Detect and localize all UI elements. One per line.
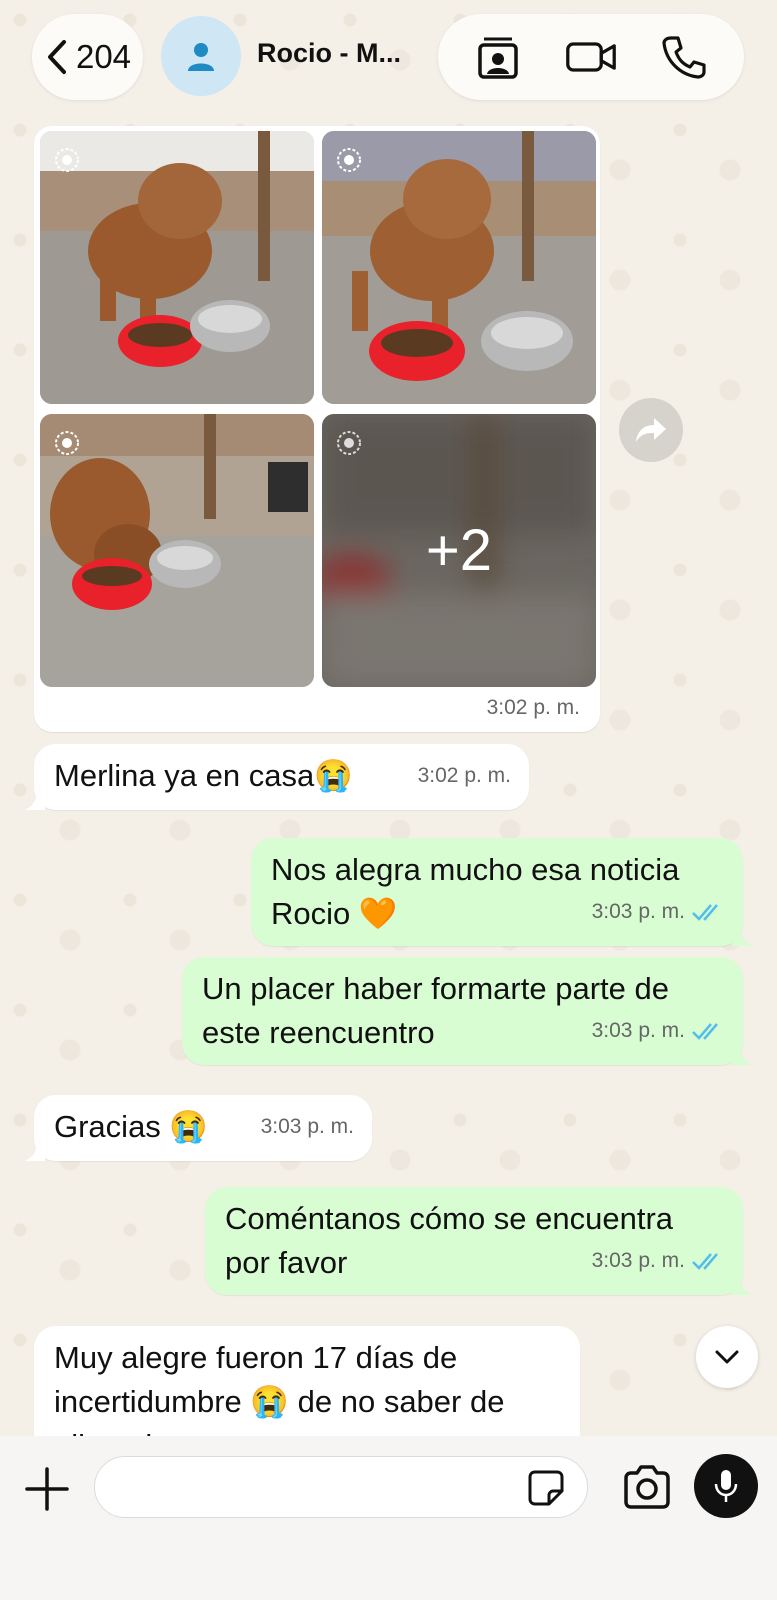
forward-arrow-icon [636, 418, 666, 442]
message-time: 3:03 p. m. [260, 1115, 354, 1138]
outgoing-message[interactable]: Nos alegra mucho esa noticia Rocio 🧡 3:0… [251, 838, 752, 946]
photo-thumbnail[interactable] [322, 131, 596, 404]
forward-button[interactable] [619, 398, 683, 462]
bubble-tail [25, 1143, 45, 1161]
microphone-icon [714, 1470, 738, 1502]
bubble-tail [732, 1047, 752, 1065]
photo-thumbnail[interactable] [40, 131, 314, 404]
back-chevron-icon [47, 40, 66, 74]
chat-header: 204 Rocio - M... [0, 0, 777, 115]
contact-card-icon[interactable] [472, 31, 524, 83]
read-receipt-icon [692, 1023, 718, 1040]
outgoing-message[interactable]: Coméntanos cómo se encuentra por favor 3… [205, 1187, 752, 1295]
outgoing-message[interactable]: Un placer haber formarte parte de este r… [182, 957, 752, 1065]
message-time: 3:03 p. m. [591, 900, 685, 923]
header-actions [438, 14, 744, 100]
message-meta: 3:03 p. m. [592, 1009, 725, 1053]
message-input[interactable] [94, 1456, 588, 1518]
camera-icon[interactable] [622, 1464, 672, 1510]
message-meta: 3:02 p. m. [418, 754, 511, 798]
dog-photo-3 [40, 414, 314, 687]
back-button[interactable]: 204 [32, 14, 143, 100]
contact-avatar-icon [188, 43, 214, 71]
message-meta: 3:03 p. m. [261, 1105, 354, 1149]
message-time: 3:02 p. m. [486, 696, 580, 719]
incoming-message[interactable]: Gracias 😭 3:03 p. m. [25, 1095, 372, 1161]
read-receipt-icon [692, 904, 718, 921]
voice-call-icon[interactable] [658, 31, 710, 83]
dog-photo-2 [322, 131, 596, 404]
message-time: 3:03 p. m. [591, 1019, 685, 1042]
video-call-icon[interactable] [565, 31, 617, 83]
chevron-down-icon [715, 1350, 739, 1364]
plus-icon[interactable] [22, 1464, 72, 1514]
message-meta: 3:03 p. m. [592, 1239, 725, 1283]
contact-avatar[interactable] [161, 16, 241, 96]
dog-photo-1 [40, 131, 314, 404]
unread-count: 204 [75, 38, 132, 75]
message-time: 3:02 p. m. [417, 764, 511, 787]
more-photos-thumbnail[interactable]: +2 [322, 414, 596, 687]
voice-record-button[interactable] [694, 1454, 758, 1518]
photo-thumbnail[interactable] [40, 414, 314, 687]
contact-name[interactable]: Rocio - M... [257, 38, 401, 69]
more-photos-count: +2 [425, 518, 493, 583]
view-once-icon [55, 148, 79, 172]
read-receipt-icon [692, 1253, 718, 1270]
media-album-bubble[interactable]: +2 3:02 p. m. [34, 126, 600, 732]
bubble-tail [732, 928, 752, 946]
composer-bar [0, 1436, 777, 1600]
incoming-message[interactable]: Merlina ya en casa😭 3:02 p. m. [25, 744, 529, 810]
scroll-to-bottom-button[interactable] [696, 1326, 758, 1388]
bubble-tail [732, 1277, 752, 1295]
bubble-tail [25, 792, 45, 810]
view-once-icon [337, 148, 361, 172]
message-meta: 3:03 p. m. [592, 890, 725, 934]
sticker-icon[interactable] [527, 1469, 565, 1507]
view-once-icon [55, 431, 79, 455]
message-time: 3:03 p. m. [591, 1249, 685, 1272]
